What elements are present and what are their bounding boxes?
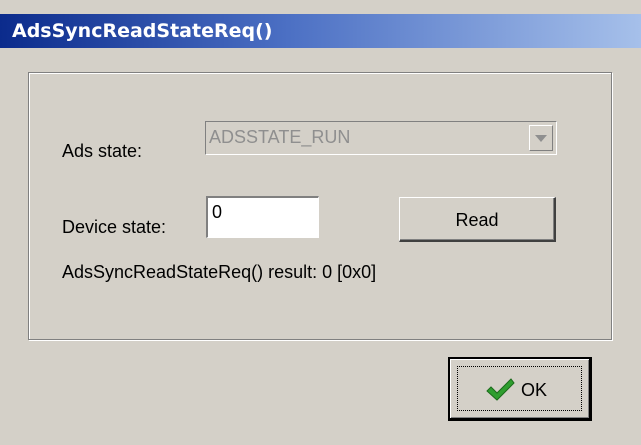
- focus-rectangle: [457, 366, 582, 411]
- title-bar[interactable]: AdsSyncReadStateReq(): [0, 14, 641, 48]
- ok-button[interactable]: OK: [448, 357, 592, 421]
- read-button-label: Read: [455, 210, 499, 230]
- chevron-down-icon: [535, 135, 547, 142]
- dropdown-button[interactable]: [529, 125, 553, 151]
- checkmark-icon: [486, 378, 515, 401]
- result-text: AdsSyncReadStateReq() result: 0 [0x0]: [62, 262, 377, 282]
- device-state-value: 0: [212, 202, 223, 222]
- window-title: AdsSyncReadStateReq(): [12, 20, 273, 42]
- read-button[interactable]: Read: [399, 197, 556, 242]
- device-state-field[interactable]: 0: [206, 196, 319, 238]
- ads-state-value: ADSSTATE_RUN: [209, 127, 351, 147]
- ads-state-label: Ads state:: [62, 141, 143, 161]
- device-state-label: Device state:: [62, 217, 167, 237]
- ok-button-label: OK: [521, 380, 548, 400]
- ads-state-dropdown[interactable]: ADSSTATE_RUN: [205, 121, 557, 155]
- dialog-window: AdsSyncReadStateReq() Ads state: ADSSTAT…: [0, 0, 641, 445]
